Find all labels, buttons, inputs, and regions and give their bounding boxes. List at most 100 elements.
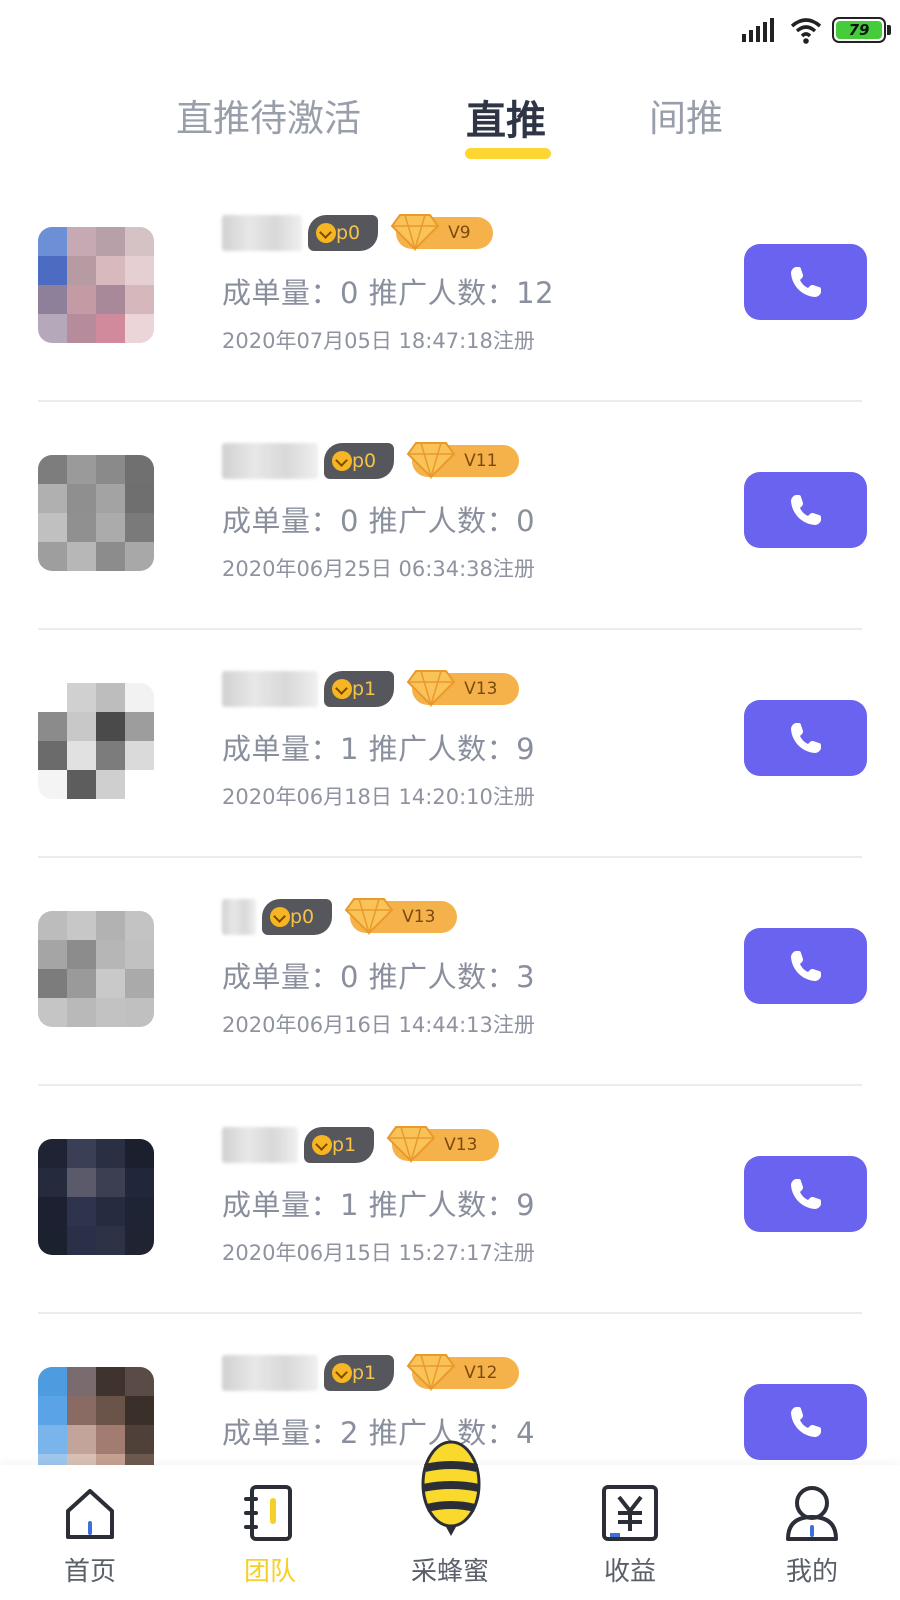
heart-badge-icon [332, 451, 352, 471]
yen-icon [602, 1485, 658, 1541]
active-tab-indicator [465, 148, 551, 159]
registration-date: 2020年06月18日 14:20:10注册 [222, 785, 535, 809]
avatar[interactable] [38, 455, 154, 571]
avatar[interactable] [38, 1139, 154, 1255]
nav-bee[interactable]: 采蜂蜜 [390, 1440, 510, 1600]
member-name-redacted [222, 215, 302, 251]
team-icon [244, 1485, 292, 1541]
p-level-badge: p0 [262, 899, 333, 935]
call-button[interactable] [744, 928, 867, 1004]
phone-icon [790, 723, 821, 753]
phone-icon [790, 1179, 821, 1209]
p-level-badge: p1 [324, 671, 395, 707]
member-stats: 成单量：0 推广人数：0 [222, 504, 536, 538]
list-item[interactable]: p0 V13 成单量：0 推广人数：3 2020年06月16日 14:44:13注册 [0, 854, 900, 1086]
p-level-text: p0 [336, 222, 361, 244]
heart-badge-icon [332, 679, 352, 699]
list-item[interactable]: p1 V13 成单量：1 推广人数：9 2020年06月18日 14:20:10注册 [0, 626, 900, 858]
user-icon [786, 1486, 838, 1541]
list-item[interactable]: p1 V13 成单量：1 推广人数：9 2020年06月15日 15:27:17注册 [0, 1082, 900, 1314]
vip-level-text: V11 [464, 451, 498, 471]
call-button[interactable] [744, 472, 867, 548]
tab-indirect[interactable]: 间推 [649, 88, 723, 142]
avatar[interactable] [38, 683, 154, 799]
member-stats: 成单量：1 推广人数：9 [222, 732, 536, 766]
member-stats: 成单量：0 推广人数：12 [222, 276, 555, 310]
vip-level-badge: V11 [406, 442, 520, 479]
battery-level: 79 [836, 21, 882, 39]
diamond-icon [406, 1354, 456, 1391]
nav-team-label: 团队 [243, 1557, 296, 1587]
avatar[interactable] [38, 911, 154, 1027]
diamond-icon [406, 670, 456, 707]
member-stats: 成单量：2 推广人数：4 [222, 1416, 536, 1450]
tab-pending-activation[interactable]: 直推待激活 [176, 88, 361, 142]
phone-icon [790, 267, 821, 297]
heart-badge-icon [312, 1135, 332, 1155]
vip-level-text: V12 [464, 1363, 498, 1383]
heart-badge-icon [332, 1363, 352, 1383]
registration-date: 2020年07月05日 18:47:18注册 [222, 329, 535, 353]
registration-date: 2020年06月15日 15:27:17注册 [222, 1241, 535, 1265]
phone-icon [790, 951, 821, 981]
nav-income-label: 收益 [603, 1557, 656, 1587]
vip-level-text: V13 [444, 1135, 478, 1155]
call-button[interactable] [744, 244, 867, 320]
p-level-badge: p1 [324, 1355, 395, 1391]
vip-level-text: V13 [464, 679, 498, 699]
nav-mine-label: 我的 [785, 1557, 838, 1587]
bottom-nav: 首页 团队 采蜂蜜 收益 我的 [0, 1440, 900, 1600]
member-name-redacted [222, 671, 318, 707]
member-name-redacted [222, 443, 318, 479]
nav-team[interactable]: 团队 [210, 1465, 330, 1600]
member-name-line: p0 V13 [222, 898, 458, 936]
vip-level-text: V9 [448, 223, 471, 243]
call-button[interactable] [744, 1384, 867, 1460]
diamond-icon [386, 1126, 436, 1163]
heart-badge-icon [270, 907, 290, 927]
p-level-badge: p0 [324, 443, 395, 479]
member-name-line: p1 V13 [222, 1126, 500, 1164]
wifi-icon [790, 18, 822, 44]
p-level-text: p0 [352, 450, 377, 472]
vip-level-badge: V13 [344, 898, 458, 935]
battery-icon: 79 [832, 17, 891, 43]
member-name-line: p1 V12 [222, 1354, 520, 1392]
diamond-icon [390, 214, 440, 251]
member-name-redacted [222, 899, 256, 935]
diamond-icon [344, 898, 394, 935]
nav-home[interactable]: 首页 [30, 1465, 150, 1600]
p-level-badge: p0 [308, 215, 379, 251]
call-button[interactable] [744, 1156, 867, 1232]
bee-icon [421, 1440, 481, 1536]
member-name-line: p1 V13 [222, 670, 520, 708]
vip-level-badge: V9 [390, 214, 493, 251]
p-level-text: p1 [352, 678, 377, 700]
phone-icon [790, 495, 821, 525]
member-name-line: p0 V9 [222, 214, 493, 252]
avatar[interactable] [38, 1367, 154, 1465]
list-item[interactable]: p0 V11 成单量：0 推广人数：0 2020年06月25日 06:34:38注册 [0, 398, 900, 630]
vip-level-badge: V13 [406, 670, 520, 707]
member-stats: 成单量：0 推广人数：3 [222, 960, 536, 994]
nav-income[interactable]: 收益 [570, 1465, 690, 1600]
phone-icon [790, 1407, 821, 1437]
member-name-redacted [222, 1127, 298, 1163]
avatar[interactable] [38, 227, 154, 343]
member-name-redacted [222, 1355, 318, 1391]
nav-mine[interactable]: 我的 [752, 1465, 872, 1600]
tab-direct[interactable]: 直推 [466, 88, 546, 146]
list-item[interactable]: p0 V9 成单量：0 推广人数：12 2020年07月05日 18:47:18注册 [0, 170, 900, 402]
call-button[interactable] [744, 700, 867, 776]
registration-date: 2020年06月16日 14:44:13注册 [222, 1013, 535, 1037]
diamond-icon [406, 442, 456, 479]
member-stats: 成单量：1 推广人数：9 [222, 1188, 536, 1222]
member-list[interactable]: p0 V9 成单量：0 推广人数：12 2020年07月05日 18:47:18注册 p… [0, 170, 900, 1465]
p-level-text: p1 [352, 1362, 377, 1384]
vip-level-text: V13 [402, 907, 436, 927]
vip-level-badge: V13 [386, 1126, 500, 1163]
p-level-text: p1 [332, 1134, 357, 1156]
nav-bee-label: 采蜂蜜 [410, 1557, 489, 1587]
home-icon [66, 1489, 114, 1539]
nav-home-label: 首页 [63, 1557, 116, 1587]
